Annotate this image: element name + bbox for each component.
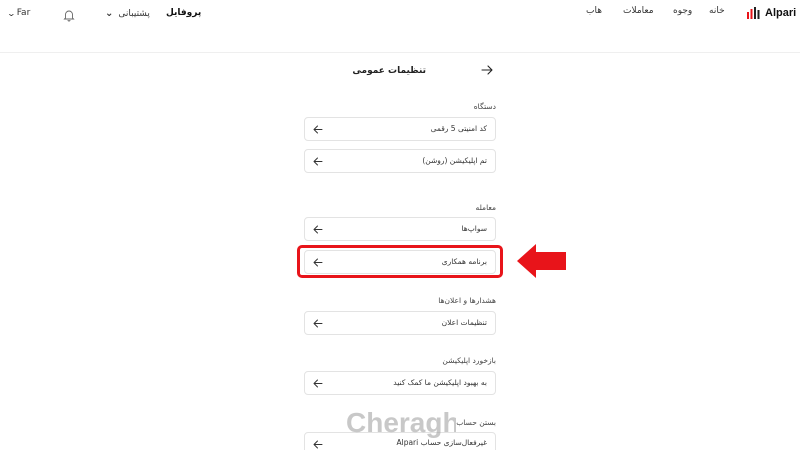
callout-arrow-icon xyxy=(517,244,566,278)
section-title-trade: معامله xyxy=(475,203,496,212)
nav-hub[interactable]: هاب xyxy=(586,6,602,16)
language-label: Far xyxy=(16,8,31,18)
chevron-down-icon: ⌄ xyxy=(105,8,114,19)
nav-funds[interactable]: وجوه xyxy=(673,6,692,16)
section-title-device: دستگاه xyxy=(473,102,496,111)
row-security-code[interactable]: کد امنیتی 5 رقمی xyxy=(304,117,496,141)
header-divider xyxy=(0,52,800,53)
row-swaps[interactable]: سواپ‌ها xyxy=(304,217,496,241)
row-label: تم اپلیکیشن (روشن) xyxy=(422,156,487,165)
arrow-left-icon xyxy=(313,225,323,234)
cheragh-watermark: Cheragh xyxy=(346,407,456,438)
alpari-logo[interactable]: Alpari xyxy=(746,6,796,20)
arrow-left-icon xyxy=(313,125,323,134)
highlight-box xyxy=(297,245,503,278)
bell-icon[interactable] xyxy=(62,8,76,22)
arrow-left-icon xyxy=(313,440,323,449)
arrow-left-icon xyxy=(313,157,323,166)
watermark-text: Cheragh xyxy=(346,407,456,438)
section-title-feedback: بازخورد اپلیکیشن xyxy=(442,356,496,365)
language-selector[interactable]: ⌄ Far xyxy=(6,8,31,18)
logo-text: Alpari xyxy=(765,7,797,19)
support-menu[interactable]: ⌄ پشتیبانی xyxy=(105,8,150,19)
row-label: سواپ‌ها xyxy=(461,224,487,233)
page-title: تنظیمات عمومی xyxy=(352,66,426,76)
nav-trades[interactable]: معاملات xyxy=(623,6,654,16)
section-title-notifications: هشدارها و اعلان‌ها xyxy=(438,296,496,305)
nav-home[interactable]: خانه xyxy=(709,6,725,16)
row-improve-app[interactable]: به بهبود اپلیکیشن ما کمک کنید xyxy=(304,371,496,395)
back-arrow-icon[interactable] xyxy=(481,64,493,76)
nav-profile[interactable]: پروفایل xyxy=(166,8,201,18)
chevron-down-icon: ⌄ xyxy=(6,8,17,18)
row-notification-settings[interactable]: تنظیمات اعلان xyxy=(304,311,496,335)
alpari-logo-icon xyxy=(747,7,760,19)
row-label: تنظیمات اعلان xyxy=(441,318,487,327)
row-label: به بهبود اپلیکیشن ما کمک کنید xyxy=(393,378,487,387)
support-label: پشتیبانی xyxy=(118,8,150,19)
row-label: کد امنیتی 5 رقمی xyxy=(430,124,487,133)
arrow-left-icon xyxy=(313,319,323,328)
row-app-theme[interactable]: تم اپلیکیشن (روشن) xyxy=(304,149,496,173)
top-navigation-bar: ⌄ Far ⌄ پشتیبانی پروفایل هاب معاملات وجو… xyxy=(0,0,800,30)
arrow-left-icon xyxy=(313,379,323,388)
